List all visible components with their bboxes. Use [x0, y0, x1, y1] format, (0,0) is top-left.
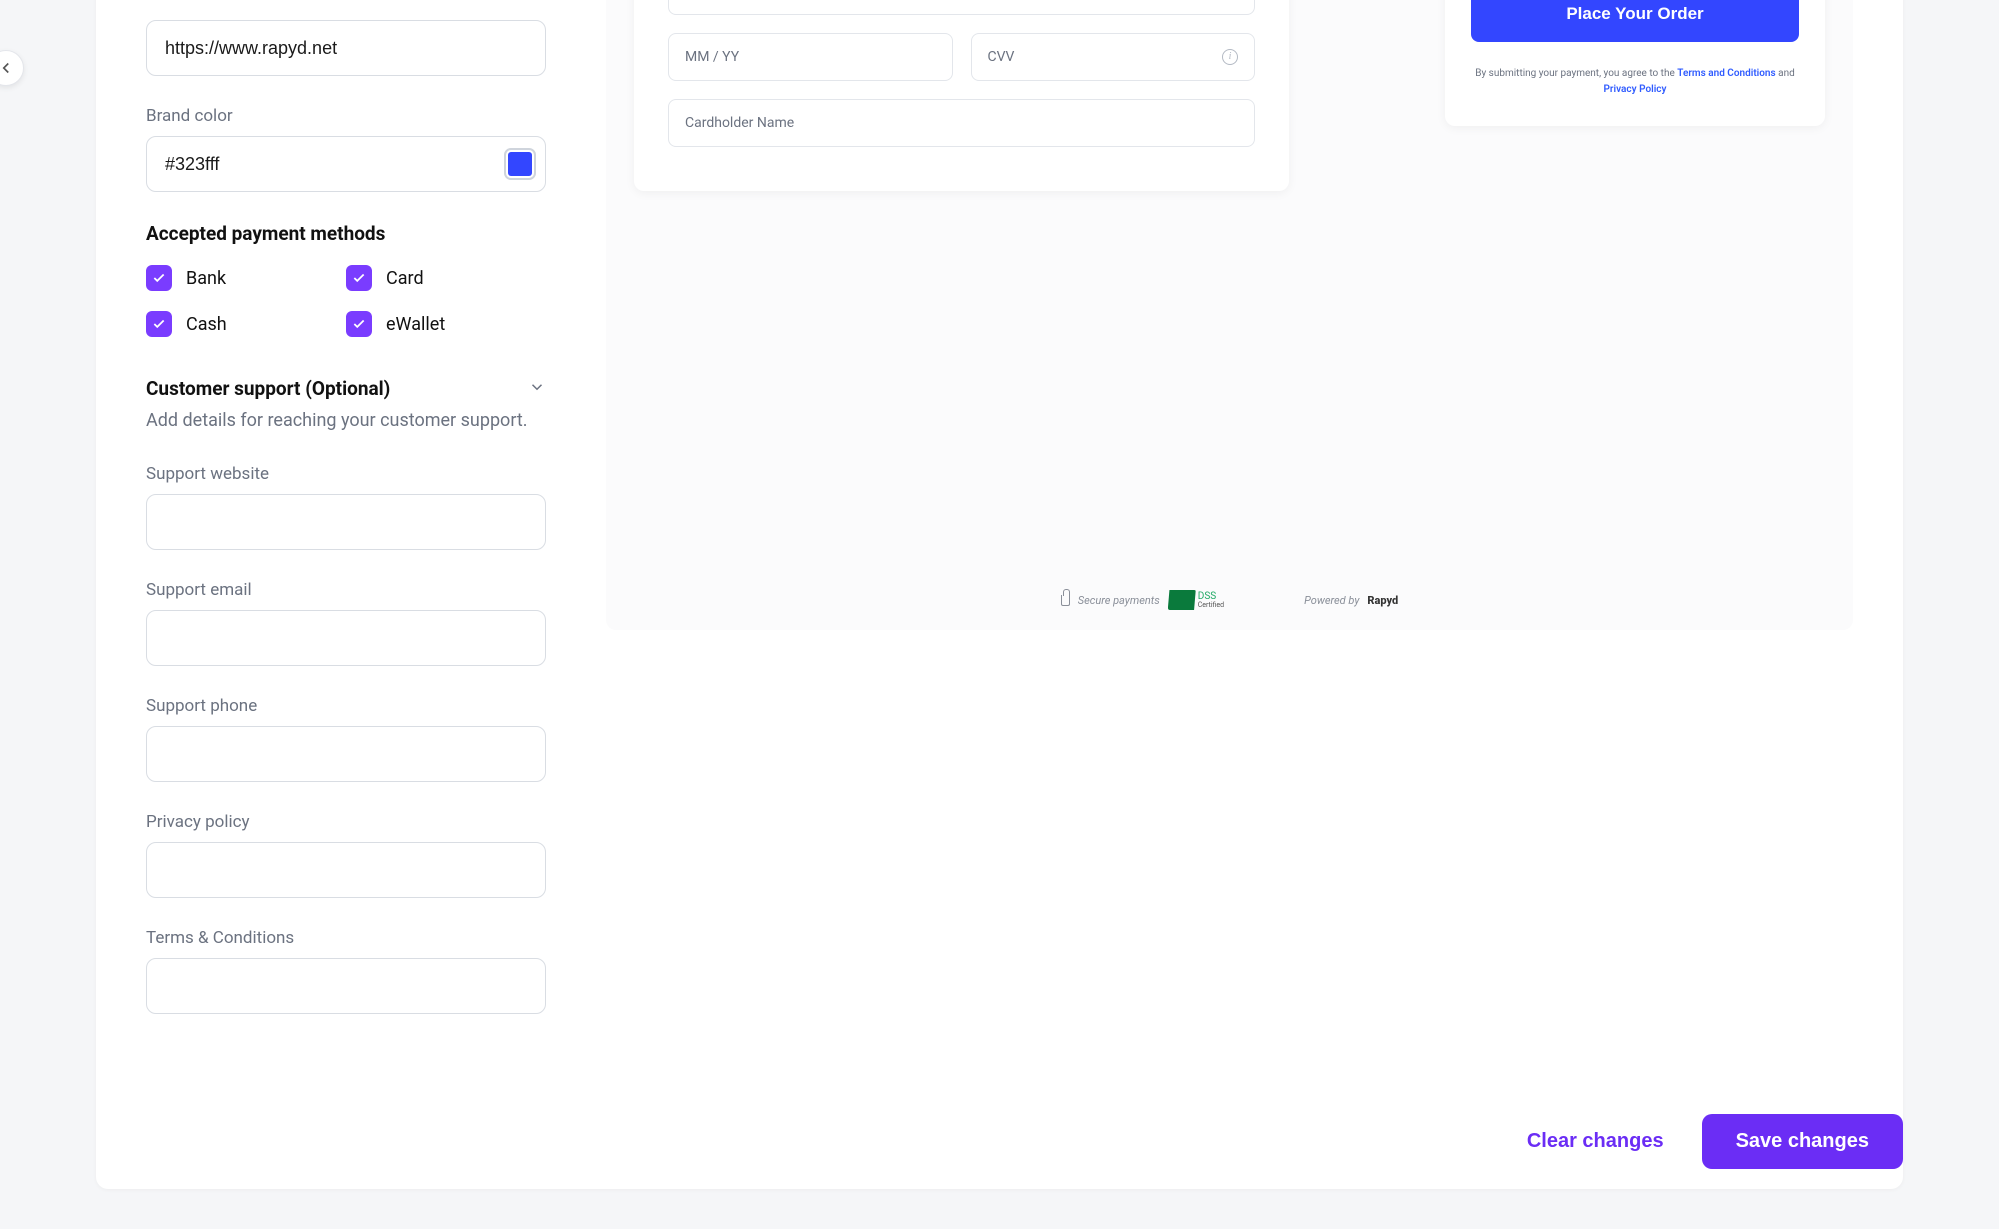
pci-badge-icon [1168, 590, 1196, 610]
accepted-methods-title: Accepted payment methods [146, 222, 546, 245]
method-bank[interactable]: Bank [146, 265, 346, 291]
card-details-panel: Card Details Card Number VISA [634, 0, 1289, 191]
customer-support-section-header[interactable]: Customer support (Optional) [146, 377, 546, 400]
preview-footer: Secure payments DSS Certified Powered by… [606, 590, 1853, 610]
powered-by-badge: Powered by Rapyd [1304, 594, 1398, 607]
terms-input[interactable] [146, 958, 546, 1014]
brand-color-label: Brand color [146, 106, 546, 126]
pci-cert-text: Certified [1198, 602, 1224, 609]
brand-color-field: Brand color [146, 106, 546, 192]
cardholder-name-input[interactable]: Cardholder Name [668, 99, 1255, 147]
checkbox-checked-icon [146, 311, 172, 337]
method-cash[interactable]: Cash [146, 311, 346, 337]
field-label: Support email [146, 580, 546, 600]
checkbox-checked-icon [146, 265, 172, 291]
info-icon [1222, 49, 1238, 65]
save-changes-button[interactable]: Save changes [1702, 1114, 1903, 1169]
brand-color-swatch[interactable] [508, 152, 532, 176]
field-label: Support website [146, 464, 546, 484]
placeholder-text: Cardholder Name [685, 115, 794, 131]
customer-support-subtext: Add details for reaching your customer s… [146, 408, 546, 434]
checkbox-checked-icon [346, 265, 372, 291]
method-card[interactable]: Card [346, 265, 546, 291]
secure-payments-badge: Secure payments DSS Certified [1061, 590, 1224, 610]
field-label: Terms & Conditions [146, 928, 546, 948]
customer-support-title: Customer support (Optional) [146, 377, 390, 400]
settings-page: Brand color Accepted payment methods Ban… [96, 0, 1903, 1189]
card-expiry-input[interactable]: MM / YY [668, 33, 953, 81]
powered-by-text: Powered by [1304, 594, 1359, 607]
method-ewallet[interactable]: eWallet [346, 311, 546, 337]
rapyd-brand: Rapyd [1367, 594, 1398, 607]
place-order-button[interactable]: Place Your Order [1471, 0, 1799, 42]
clear-changes-button[interactable]: Clear changes [1517, 1116, 1674, 1167]
checkout-preview: Card Details Card Number VISA [606, 0, 1853, 1069]
website-url-field [146, 20, 546, 76]
legal-prefix: By submitting your payment, you agree to… [1475, 68, 1677, 79]
preview-surface: Card Details Card Number VISA [606, 0, 1853, 630]
support-phone-input[interactable] [146, 726, 546, 782]
legal-text: By submitting your payment, you agree to… [1471, 66, 1799, 98]
terms-field: Terms & Conditions [146, 928, 546, 1014]
settings-form: Brand color Accepted payment methods Ban… [146, 0, 546, 1069]
chevron-down-icon [528, 378, 546, 400]
method-label: Card [386, 268, 424, 289]
lock-icon [1061, 595, 1070, 606]
placeholder-text: CVV [988, 49, 1015, 65]
support-email-field: Support email [146, 580, 546, 666]
support-website-input[interactable] [146, 494, 546, 550]
privacy-link[interactable]: Privacy Policy [1604, 84, 1667, 95]
support-phone-field: Support phone [146, 696, 546, 782]
privacy-policy-input[interactable] [146, 842, 546, 898]
method-label: eWallet [386, 314, 445, 335]
legal-and: and [1776, 68, 1795, 79]
order-summary-panel: Total SGD 49.00 Place Your Order By subm… [1445, 0, 1825, 126]
terms-link[interactable]: Terms and Conditions [1677, 68, 1775, 79]
brand-color-input[interactable] [146, 136, 546, 192]
card-number-input[interactable]: Card Number VISA [668, 0, 1255, 15]
field-label: Privacy policy [146, 812, 546, 832]
secure-text: Secure payments [1078, 594, 1160, 607]
website-url-input[interactable] [146, 20, 546, 76]
card-cvv-input[interactable]: CVV [971, 33, 1256, 81]
method-label: Cash [186, 314, 227, 335]
placeholder-text: MM / YY [685, 49, 739, 65]
method-label: Bank [186, 268, 226, 289]
pci-dss-text: DSS [1198, 592, 1224, 602]
support-website-field: Support website [146, 464, 546, 550]
field-label: Support phone [146, 696, 546, 716]
privacy-policy-field: Privacy policy [146, 812, 546, 898]
support-email-input[interactable] [146, 610, 546, 666]
accepted-methods-grid: Bank Card Cash eWallet [146, 265, 546, 337]
collapse-panel-handle[interactable] [0, 50, 24, 86]
chevron-left-icon [0, 59, 15, 77]
checkbox-checked-icon [346, 311, 372, 337]
